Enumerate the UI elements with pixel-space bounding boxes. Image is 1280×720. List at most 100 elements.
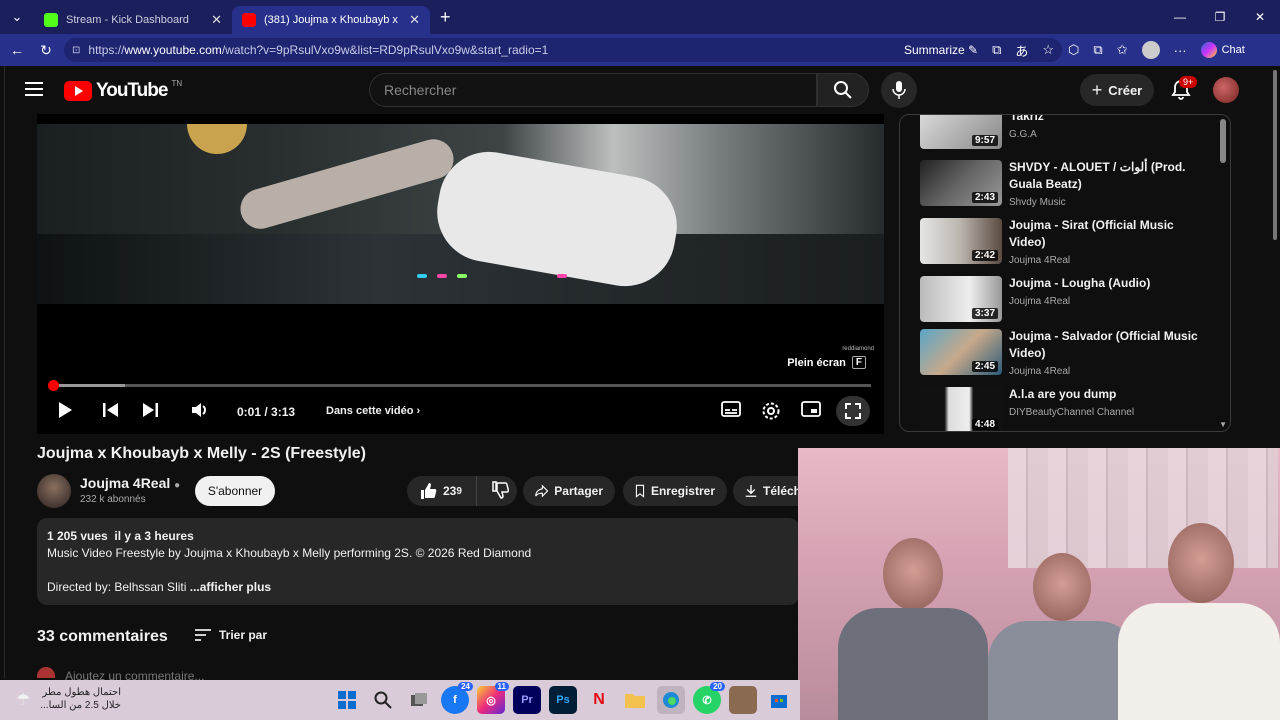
scroll-down-icon[interactable]: ▼ — [1219, 420, 1227, 429]
close-window-icon[interactable]: ✕ — [1240, 0, 1280, 34]
chapters-button[interactable]: Dans cette vidéo › — [326, 405, 420, 417]
store-icon[interactable] — [765, 686, 793, 714]
settings-gear-icon[interactable] — [761, 401, 781, 421]
whatsapp-badge: 20 — [710, 682, 725, 691]
related-video-item[interactable]: 2:45 Joujma - Salvador (Official Music V… — [920, 329, 1216, 379]
related-video-item[interactable]: 2:43 SHVDY - ALOUET / ألوات (Prod. Guala… — [920, 160, 1216, 210]
plus-icon: + — [1091, 79, 1103, 100]
weather-line: احتمال هطول مطر — [42, 687, 121, 698]
tab-title: (381) Joujma x Khoubayb x Melly — [264, 14, 401, 26]
more-icon[interactable]: ··· — [1174, 43, 1187, 58]
voice-search-button[interactable] — [881, 72, 917, 108]
related-video-title: SHVDY - ALOUET / ألوات (Prod. Guala Beat… — [1009, 160, 1186, 191]
tab-kick-dashboard[interactable]: Stream - Kick Dashboard ✕ — [34, 6, 232, 34]
premiere-pro-icon[interactable]: Pr — [513, 686, 541, 714]
video-duration: 4:48 — [971, 419, 998, 430]
logo-text: YouTube — [96, 80, 168, 101]
menu-icon[interactable] — [25, 82, 43, 100]
video-player[interactable]: reddiamond Plein écran F 0:01 / 3:13 Dans… — [37, 114, 884, 434]
youtube-icon — [242, 13, 256, 27]
tab-youtube[interactable]: (381) Joujma x Khoubayb x Melly ✕ — [232, 6, 430, 34]
miniplayer-icon[interactable] — [801, 401, 821, 417]
start-icon[interactable] — [333, 686, 361, 714]
video-thumbnail: 4:48 — [920, 387, 1002, 431]
related-video-channel: Shvdy Music — [1009, 197, 1066, 208]
sort-comments-button[interactable]: Trier par — [195, 628, 267, 642]
comments-count: 33 commentaires — [37, 628, 168, 645]
scrubber-handle[interactable] — [47, 380, 59, 391]
whatsapp-icon[interactable]: ✆ 20 — [693, 682, 725, 714]
favorite-star-icon[interactable]: ☆ — [1042, 42, 1054, 58]
open-in-app-icon[interactable]: ⧉ — [992, 42, 1001, 58]
play-icon[interactable] — [57, 401, 73, 419]
youtube-logo[interactable]: YouTube TN — [64, 79, 182, 102]
close-tab-icon[interactable]: ✕ — [409, 12, 420, 28]
minimize-icon[interactable]: — — [1160, 0, 1200, 34]
favorites-icon[interactable]: ✩ — [1117, 42, 1128, 58]
dislike-button[interactable] — [483, 480, 510, 502]
url-path: /watch?v=9pRsulVxo9w&list=RD9pRsulVxo9w&… — [221, 43, 549, 57]
volume-icon[interactable] — [190, 401, 210, 419]
fullscreen-button[interactable] — [836, 396, 870, 426]
tab-actions-icon[interactable]: ⌄ — [0, 0, 34, 34]
profile-icon[interactable] — [1141, 41, 1160, 59]
subtitles-icon[interactable] — [721, 401, 741, 417]
description-box[interactable]: 1 205 vues il y a 3 heures Music Video F… — [37, 518, 799, 605]
maximize-icon[interactable]: ❐ — [1200, 0, 1240, 34]
search-button[interactable] — [817, 73, 869, 107]
related-video-title: Joujma - Salvador (Official Music Video) — [1009, 329, 1198, 360]
weather-widget[interactable]: احتمال هطول مطر خلال 2.5 من السا... — [16, 686, 121, 712]
copilot-chat-button[interactable]: Chat — [1200, 42, 1245, 58]
video-duration: 2:42 — [971, 250, 998, 261]
video-duration: 9:57 — [971, 135, 998, 146]
related-video-item[interactable]: 2:42 Joujma - Sirat (Official Music Vide… — [920, 218, 1216, 268]
sidebar-scrollbar[interactable] — [1220, 119, 1226, 163]
app-icon[interactable] — [729, 686, 757, 714]
netflix-icon[interactable]: N — [585, 686, 613, 714]
search-icon[interactable] — [369, 686, 397, 714]
related-video-channel: Joujma 4Real — [1009, 296, 1071, 307]
fullscreen-icon — [845, 403, 861, 419]
show-more-link[interactable]: ...afficher plus — [186, 580, 271, 594]
refresh-icon[interactable]: ↻ — [32, 42, 60, 59]
like-button[interactable]: 23 9 — [407, 476, 477, 506]
url-domain: www.youtube.com — [124, 43, 222, 57]
summarize-button[interactable]: Summarize ✎ — [904, 43, 978, 57]
verified-icon: ● — [174, 480, 181, 491]
like-count-sub: 9 — [456, 485, 462, 497]
split-screen-icon[interactable]: ⧉ — [1093, 42, 1102, 58]
video-thumbnail: 2:43 — [920, 160, 1002, 206]
youtube-logo-icon — [64, 81, 92, 101]
page-scrollbar[interactable] — [1273, 70, 1277, 240]
facebook-icon[interactable]: f 24 — [441, 682, 473, 714]
previous-icon[interactable] — [102, 401, 120, 419]
back-icon[interactable]: ← — [3, 42, 31, 58]
site-info-icon[interactable]: ⊡ — [72, 45, 80, 56]
translate-icon[interactable]: あ — [1015, 41, 1028, 60]
person-left — [838, 538, 988, 720]
edge-icon[interactable] — [657, 686, 685, 714]
save-button[interactable]: Enregistrer — [623, 476, 727, 506]
subscribe-button[interactable]: S'abonner — [195, 476, 275, 506]
account-avatar[interactable] — [1213, 77, 1239, 103]
channel-name[interactable]: Joujma 4Real ● — [80, 475, 180, 491]
create-button[interactable]: + Créer — [1080, 74, 1154, 106]
progress-bar[interactable] — [47, 380, 871, 391]
new-tab-button[interactable]: + — [440, 7, 451, 28]
chevron-right-icon: › — [416, 405, 421, 417]
share-button[interactable]: Partager — [523, 476, 615, 506]
webcam-overlay — [798, 448, 1280, 720]
task-view-icon[interactable] — [405, 686, 433, 714]
related-video-item[interactable]: 9:57 G.G.A — [920, 115, 1216, 165]
instagram-icon[interactable]: ◎ 11 — [477, 682, 509, 714]
extensions-icon[interactable]: ⬡ — [1068, 42, 1079, 58]
photoshop-icon[interactable]: Ps — [549, 686, 577, 714]
file-explorer-icon[interactable] — [621, 686, 649, 714]
close-tab-icon[interactable]: ✕ — [211, 12, 222, 28]
related-video-item[interactable]: 3:37 Joujma - Lougha (Audio) Joujma 4Rea… — [920, 276, 1216, 326]
related-video-item[interactable]: 4:48 A.l.a are you dump DIYBeautyChannel… — [920, 387, 1216, 431]
search-input[interactable]: Rechercher — [369, 73, 817, 107]
video-duration: 2:43 — [971, 192, 998, 203]
channel-avatar[interactable] — [37, 474, 71, 508]
next-icon[interactable] — [141, 401, 159, 419]
